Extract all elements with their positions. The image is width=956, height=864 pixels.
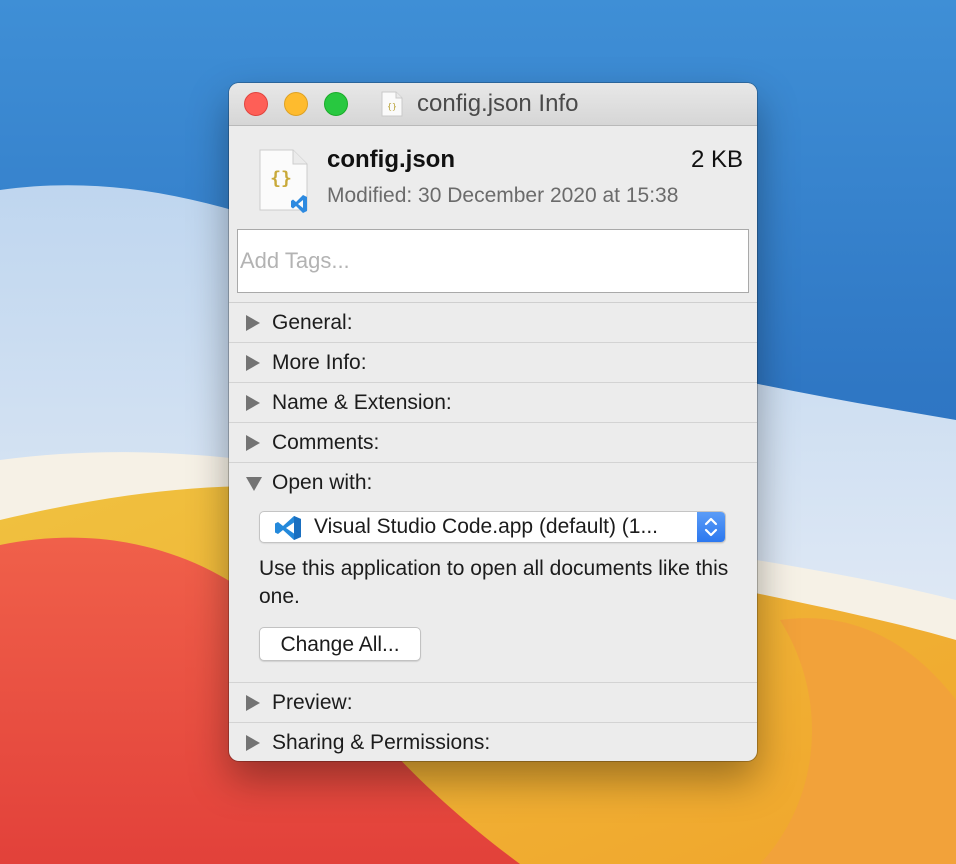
disclosure-triangle-icon[interactable] (246, 435, 260, 451)
section-open-with: Open with: Visual Studio Code.app (defau… (229, 463, 757, 683)
section-more-info[interactable]: More Info: (229, 343, 757, 383)
open-with-description: Use this application to open all documen… (259, 557, 729, 608)
file-modified-date: Modified: 30 December 2020 at 15:38 (327, 184, 679, 207)
tags-input[interactable] (237, 229, 749, 293)
section-label: Preview: (272, 691, 353, 714)
section-preview[interactable]: Preview: (229, 683, 757, 723)
disclosure-triangle-icon[interactable] (246, 735, 260, 751)
disclosure-triangle-icon[interactable] (246, 695, 260, 711)
json-file-icon: {} (381, 91, 403, 117)
section-name-extension[interactable]: Name & Extension: (229, 383, 757, 423)
minimize-window-button[interactable] (284, 92, 308, 116)
disclosure-triangle-icon[interactable] (246, 315, 260, 331)
vscode-icon (275, 516, 301, 540)
section-label: Comments: (272, 431, 380, 454)
section-label: More Info: (272, 351, 367, 374)
svg-text:{}: {} (387, 102, 397, 111)
svg-text:{}: {} (270, 168, 292, 189)
json-vscode-file-icon: {} (259, 149, 308, 213)
file-size: 2 KB (690, 146, 743, 173)
window-title: config.json Info (417, 90, 579, 117)
popup-stepper-icon[interactable] (697, 512, 725, 542)
get-info-window: {} config.json Info {} config.json 2 KB … (229, 83, 757, 761)
file-summary: {} config.json 2 KB Modified: 30 Decembe… (229, 126, 757, 226)
window-title-group: {} config.json Info (381, 90, 579, 117)
disclosure-triangle-icon[interactable] (246, 355, 260, 371)
zoom-window-button[interactable] (324, 92, 348, 116)
disclosure-triangle-icon[interactable] (246, 395, 260, 411)
section-label: Sharing & Permissions: (272, 731, 491, 754)
file-name: config.json (327, 146, 455, 173)
close-window-button[interactable] (244, 92, 268, 116)
disclosure-triangle-expanded-icon[interactable] (246, 477, 262, 491)
section-sharing-permissions[interactable]: Sharing & Permissions: (229, 723, 757, 761)
section-comments[interactable]: Comments: (229, 423, 757, 463)
section-label: Open with: (272, 471, 373, 494)
open-with-app-select[interactable]: Visual Studio Code.app (default) (1... (259, 511, 726, 543)
selected-app-name: Visual Studio Code.app (default) (1... (314, 515, 658, 538)
title-bar[interactable]: {} config.json Info (229, 83, 757, 126)
info-sections: General: More Info: Name & Extension: Co… (229, 302, 757, 761)
section-open-with-header[interactable]: Open with: (229, 463, 757, 503)
section-general[interactable]: General: (229, 303, 757, 343)
section-label: General: (272, 311, 353, 334)
change-all-button[interactable]: Change All... (259, 627, 421, 661)
section-label: Name & Extension: (272, 391, 452, 414)
